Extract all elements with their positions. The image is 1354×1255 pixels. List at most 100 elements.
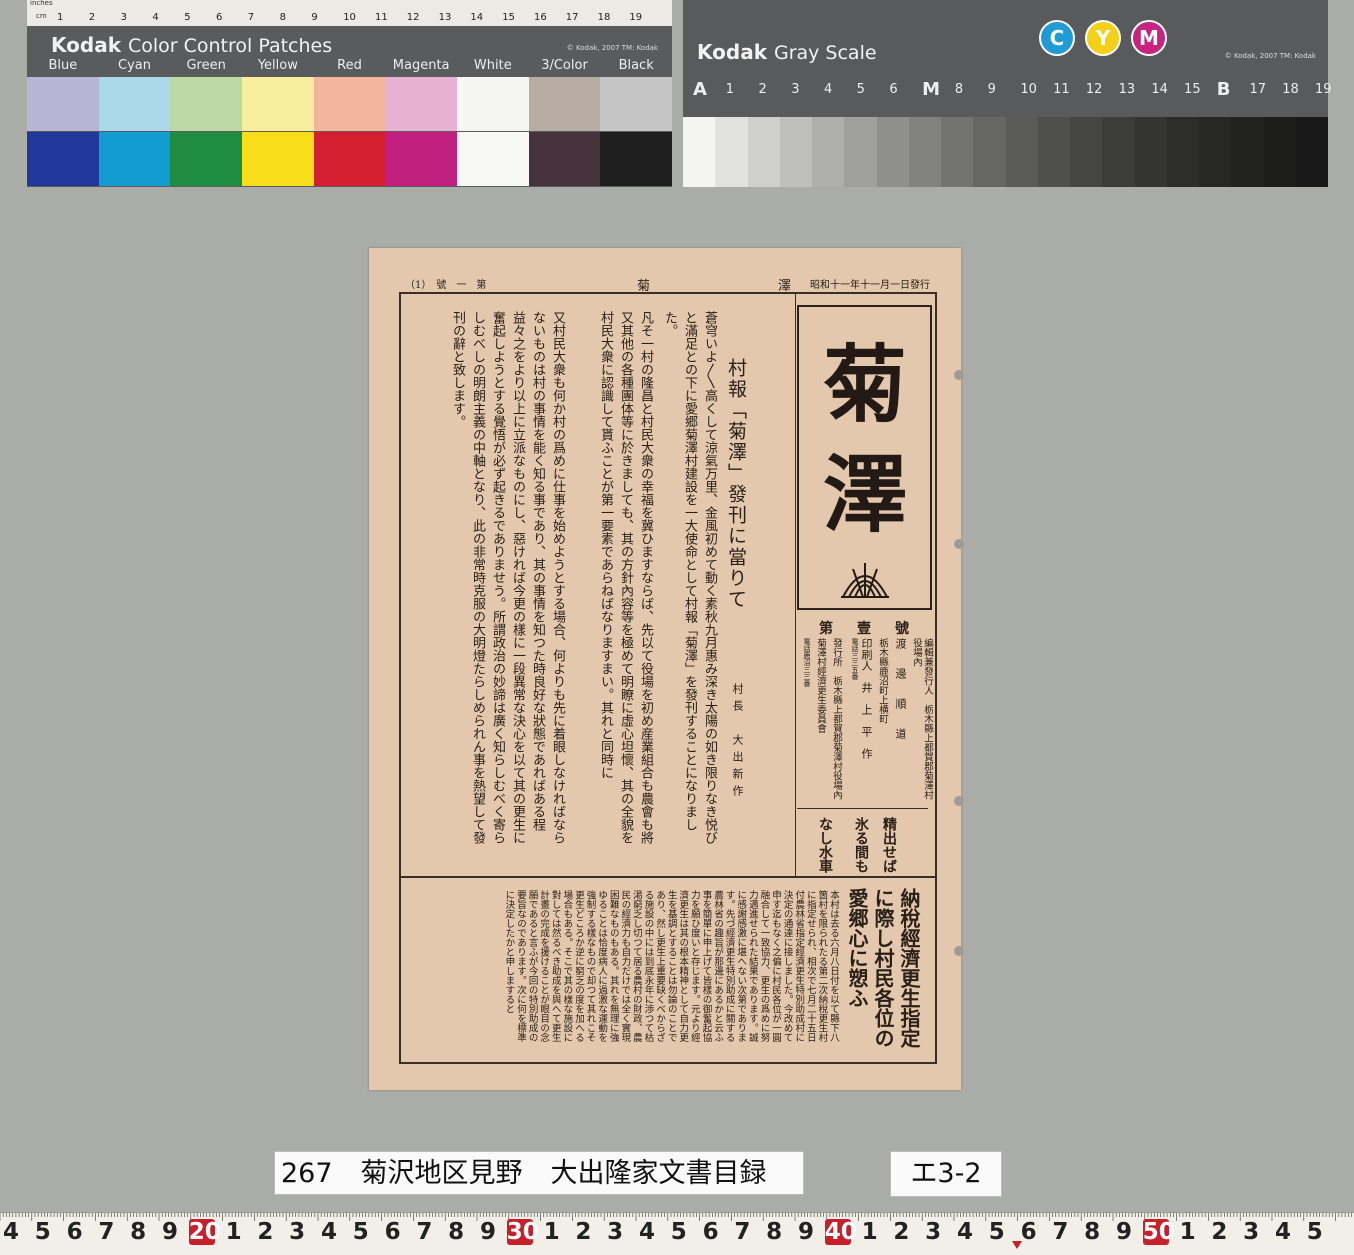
ruler-number: 7 xyxy=(416,1219,433,1245)
ruler-number: 50 xyxy=(1142,1219,1175,1245)
ruler-unit-inches: inches xyxy=(30,0,53,7)
ruler-number: 40 xyxy=(824,1219,857,1245)
patch-label: Blue xyxy=(48,58,78,73)
ruler-number: 2 xyxy=(893,1219,910,1245)
ruler-number: 14 xyxy=(470,12,484,23)
catalog-caption: 267 菊沢地区見野 大出隆家文書目録 xyxy=(274,1151,804,1195)
color-patch xyxy=(27,132,99,186)
color-patch xyxy=(98,132,171,186)
ruler-number: 5 xyxy=(988,1219,1005,1245)
ruler-number: 4 xyxy=(638,1219,655,1245)
ruler-number: 9 xyxy=(479,1219,496,1245)
kodak-gray-scale-card: Kodak Gray Scale © Kodak, 2007 TM: Kodak… xyxy=(683,0,1332,187)
publisher-line: 菊澤村經濟更生委員會 xyxy=(815,638,826,733)
kodak-gray-copyright: © Kodak, 2007 TM: Kodak xyxy=(1224,52,1316,60)
gray-scale-steps xyxy=(683,117,1328,187)
article-author: 村長 大出新作 xyxy=(731,683,744,802)
newspaper-page: （1） 號 一 第 菊 澤 昭和十一年十一月一日發行 菊 澤 第壹號 編輯兼發行… xyxy=(369,248,964,1090)
ruler-number: 18 xyxy=(597,12,611,23)
cym-marker-m: M xyxy=(1131,20,1167,56)
color-patch xyxy=(170,77,243,131)
ruler-number: 2 xyxy=(575,1219,592,1245)
gray-scale-label: 12 xyxy=(1085,82,1103,97)
ruler-number: 6 xyxy=(216,12,223,23)
gray-step xyxy=(844,117,877,187)
color-patch xyxy=(170,132,243,186)
color-patch xyxy=(600,132,673,186)
ruler-number: 7 xyxy=(247,12,255,23)
gray-scale-label: 2 xyxy=(758,82,767,97)
gray-scale-label: 1 xyxy=(725,82,735,97)
gray-scale-label: 17 xyxy=(1249,82,1267,97)
ruler-number: 1 xyxy=(225,1219,242,1245)
binding-hole xyxy=(954,796,964,806)
gray-scale-labels: A 1 2 3 4 5 6 M 8 9 10 11 12 13 14 15 B 17 18 19 xyxy=(693,79,1332,102)
ruler-number: 6 xyxy=(384,1219,401,1245)
gray-scale-label: 8 xyxy=(954,82,964,97)
header-issue-page: （1） 號 一 第 xyxy=(405,280,487,291)
ruler-number: 19 xyxy=(629,12,643,23)
color-patch xyxy=(242,132,314,186)
color-patches-light xyxy=(27,77,673,131)
gray-scale-label: 14 xyxy=(1151,82,1168,97)
gray-scale-label: 13 xyxy=(1118,82,1136,97)
ruler-number: 6 xyxy=(702,1219,719,1245)
color-patch xyxy=(385,132,458,186)
color-patch xyxy=(600,77,673,131)
ruler-number: 4 xyxy=(956,1219,973,1245)
ruler-number: 1 xyxy=(1179,1219,1196,1245)
ruler-number: 7 xyxy=(734,1219,751,1245)
ad-line: なし水車 xyxy=(817,817,833,873)
ruler-number: 3 xyxy=(289,1219,306,1245)
ruler-number: 8 xyxy=(448,1219,465,1245)
ruler-number: 3 xyxy=(120,12,127,23)
ruler-number: 3 xyxy=(607,1219,624,1245)
ruler-number: 5 xyxy=(670,1219,687,1245)
gray-step xyxy=(908,117,941,187)
ad-line: 精出せば xyxy=(881,817,897,873)
lower-article-title: 納稅經濟更生指定に際し村民各位の愛郷心に愬ふ xyxy=(845,888,921,1048)
patch-label: Magenta xyxy=(392,58,450,73)
color-patch xyxy=(385,77,458,131)
gray-step xyxy=(1231,117,1264,187)
gray-scale-label: M xyxy=(922,79,941,100)
color-patch xyxy=(528,132,601,186)
patch-label: Yellow xyxy=(257,58,298,73)
bottom-ruler: 4 5 6 7 8 9 20 1 2 3 4 5 6 7 8 9 30 1 2 3 4 5 6 7 8 9 40 1 2 3 4 5 6 7 8 9 5… xyxy=(0,1212,1354,1255)
ruler-number: 4 xyxy=(152,12,159,23)
gray-step xyxy=(1166,117,1199,187)
gray-step xyxy=(715,117,748,187)
binding-hole xyxy=(954,539,964,549)
ruler-number: 1 xyxy=(57,12,64,23)
gray-step xyxy=(1037,117,1070,187)
ruler-number: 8 xyxy=(1084,1219,1101,1245)
article-title: 村報「菊澤」發刊に當りて xyxy=(725,358,747,610)
binding-hole xyxy=(954,946,964,956)
ruler-number: 9 xyxy=(161,1219,178,1245)
gray-scale-label: A xyxy=(693,79,707,100)
ruler-number: 3 xyxy=(925,1219,942,1245)
ruler-number: 2 xyxy=(257,1219,274,1245)
ruler-number: 2 xyxy=(1211,1219,1228,1245)
ruler-number: 4 xyxy=(1274,1219,1291,1245)
kodak-logo: Kodak Color Control Patches xyxy=(51,33,333,57)
page-header: （1） 號 一 第 菊 澤 昭和十一年十一月一日發行 xyxy=(405,276,930,294)
gray-scale-label: 15 xyxy=(1184,82,1201,97)
ruler-number: 5 xyxy=(184,12,191,23)
ruler-number: 2 xyxy=(88,12,96,23)
article-column: 蒼穹いよ〳〵高くして涼氣万里、金風初めて動く素秋九月惠み深き太陽の如き限りなき悦… xyxy=(662,311,717,844)
color-patch xyxy=(27,77,99,131)
gray-step xyxy=(1199,117,1232,187)
ruler-number: 30 xyxy=(506,1219,539,1245)
patch-label: Black xyxy=(618,58,654,73)
color-patch xyxy=(313,77,386,131)
ruler-number: 5 xyxy=(34,1219,51,1245)
masthead: 菊 澤 xyxy=(797,305,932,610)
gray-step xyxy=(1005,117,1038,187)
masthead-char-kiku: 菊 xyxy=(822,335,907,434)
ruler-number: 10 xyxy=(343,12,356,23)
gray-scale-label: 11 xyxy=(1053,82,1070,97)
gray-scale-label: 18 xyxy=(1282,82,1299,97)
gray-step xyxy=(747,117,780,187)
ruler-number: 12 xyxy=(406,12,420,23)
